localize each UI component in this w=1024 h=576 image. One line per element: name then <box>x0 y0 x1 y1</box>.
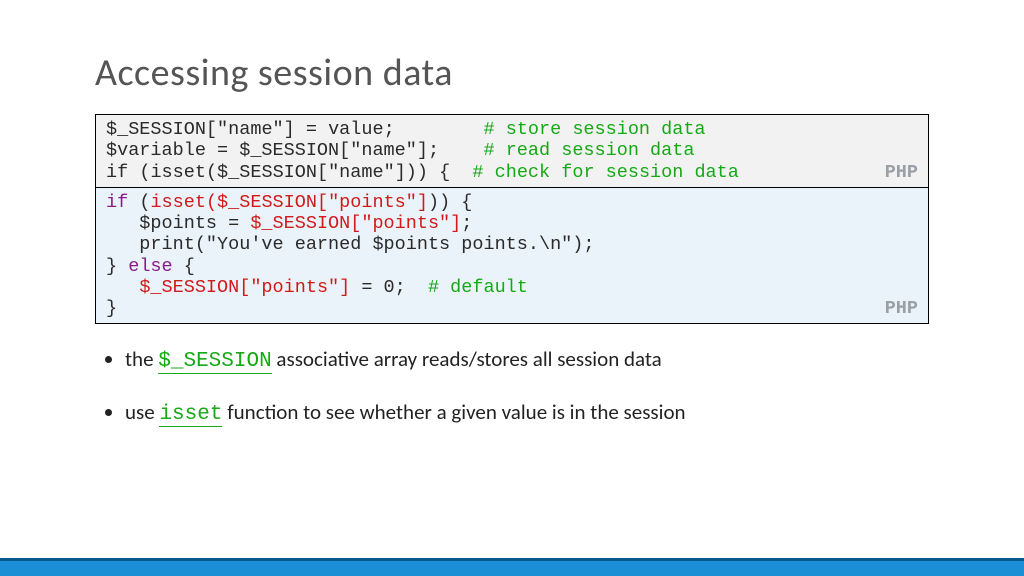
code-comment: # check for session data <box>472 162 738 183</box>
bullet-text: the <box>125 346 158 372</box>
page-title: Accessing session data <box>95 50 929 96</box>
code-keyword: else <box>128 256 172 277</box>
code-text: ( <box>128 162 150 183</box>
code-keyword: if <box>106 192 128 213</box>
code-text: { <box>173 256 195 277</box>
code-text: ($_SESSION[ <box>206 162 328 183</box>
code-comment: # default <box>428 277 528 298</box>
slide: Accessing session data $_SESSION["name"]… <box>0 0 1024 576</box>
bullet-text: use <box>125 399 159 425</box>
code-text: ])) { <box>395 162 473 183</box>
code-text: $_SESSION <box>106 119 206 140</box>
code-text: ] = value; <box>284 119 484 140</box>
bullet-list: the $_SESSION associative array reads/st… <box>95 346 929 426</box>
code-comment: # read session data <box>484 140 695 161</box>
code-text: $variable = $_SESSION[ <box>106 140 350 161</box>
code-text: "name" <box>350 140 417 161</box>
code-text: "name" <box>217 119 284 140</box>
code-text: ; <box>461 213 472 234</box>
code-text: isset <box>150 162 206 183</box>
list-item: use isset function to see whether a give… <box>125 399 929 426</box>
code-text: = 0; <box>350 277 428 298</box>
code-session: $_SESSION["points"] <box>139 277 350 298</box>
inline-code-isset: isset <box>159 403 222 427</box>
code-text: [ <box>206 119 217 140</box>
code-session: $_SESSION["points"] <box>250 213 461 234</box>
code-text: $points = <box>106 213 250 234</box>
code-text: } <box>106 256 128 277</box>
code-text: ( <box>128 192 150 213</box>
code-comment: # store session data <box>484 119 706 140</box>
code-text: "name" <box>328 162 395 183</box>
code-keyword: if <box>106 162 128 183</box>
code-text <box>106 277 139 298</box>
code-text: print("You've earned $points points.\n")… <box>106 234 594 255</box>
code-syntax-box: $_SESSION["name"] = value; # store sessi… <box>95 114 929 188</box>
bullet-text: associative array reads/stores all sessi… <box>272 346 662 372</box>
inline-code-session: $_SESSION <box>158 350 271 374</box>
list-item: the $_SESSION associative array reads/st… <box>125 346 929 373</box>
code-text: } <box>106 298 117 319</box>
code-session: isset($_SESSION["points"] <box>150 192 428 213</box>
code-text: ]; <box>417 140 484 161</box>
code-example-box: if (isset($_SESSION["points"])) { $point… <box>95 188 929 325</box>
footer-accent-bar <box>0 558 1024 576</box>
language-label: PHP <box>885 162 918 183</box>
language-label: PHP <box>885 298 918 319</box>
bullet-text: function to see whether a given value is… <box>222 399 685 425</box>
code-text: )) { <box>428 192 472 213</box>
